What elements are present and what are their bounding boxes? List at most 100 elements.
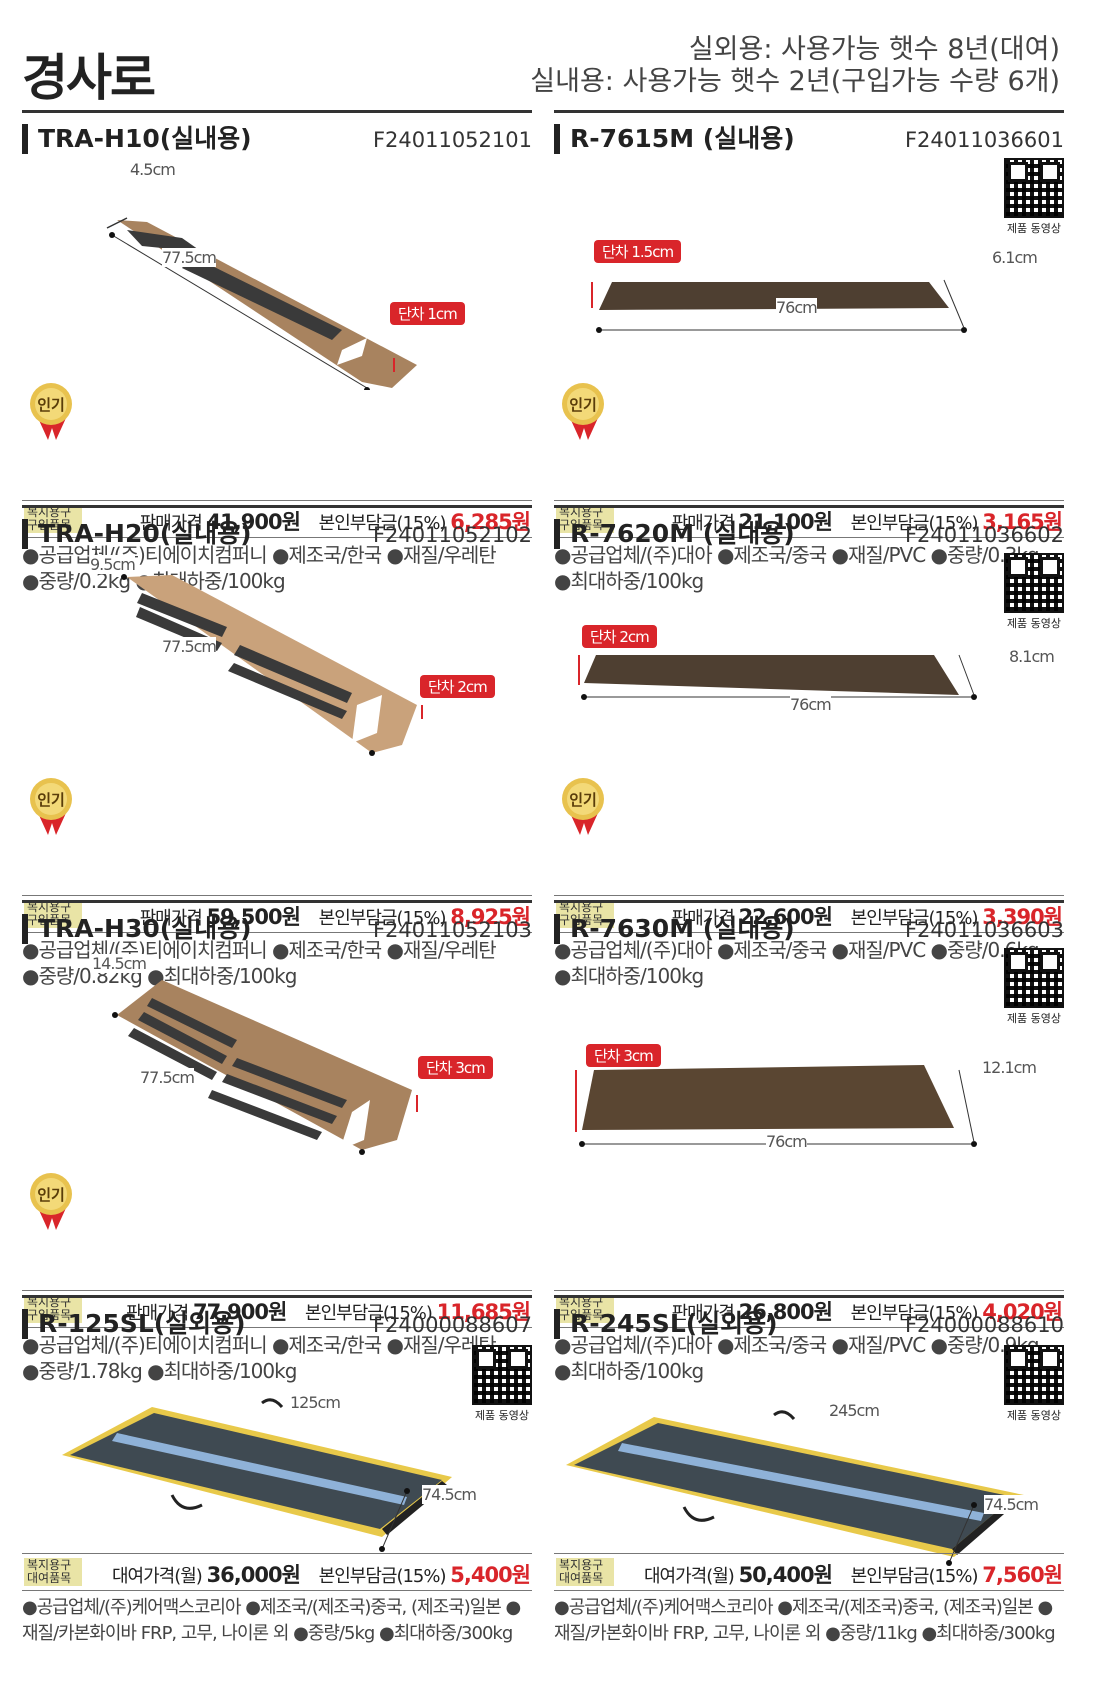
product-code: F24000088610: [904, 1313, 1064, 1337]
ramp-image: [121, 574, 423, 756]
price-text: 대여가격(월) 50,400원 본인부담금(15%) 7,560원: [643, 1559, 1063, 1589]
qr-label: 제품 동영상: [1006, 617, 1062, 630]
qr-label: 제품 동영상: [1006, 1409, 1062, 1422]
product-card-r-7630m: R-7630M (실내용) F24011036603 12.1cm 76cm 단…: [554, 900, 1064, 1383]
dim-width: 74.5cm: [422, 1485, 477, 1504]
svg-text:인기: 인기: [37, 1186, 65, 1204]
qr-code-icon: [472, 1345, 532, 1405]
svg-text:인기: 인기: [37, 791, 65, 809]
dim-width: 12.1cm: [982, 1058, 1037, 1077]
product-name: TRA-H30(실내용): [22, 914, 252, 944]
divider: [22, 900, 532, 903]
divider: [554, 110, 1064, 113]
price-value: 50,400원: [738, 1563, 833, 1587]
dim-length: 125cm: [290, 1393, 341, 1412]
dim-length: 76cm: [776, 298, 818, 317]
copay-label: 본인부담금(15%): [850, 1566, 979, 1587]
qr-code[interactable]: 제품 동영상: [1004, 553, 1064, 631]
ramp-image: [591, 279, 967, 333]
dim-length: 77.5cm: [162, 248, 217, 267]
product-code: F24011036603: [904, 918, 1064, 942]
dim-length: 76cm: [790, 695, 832, 714]
copay-value: 5,400원: [450, 1563, 531, 1587]
ramp-image: [566, 1410, 1024, 1566]
copay-label: 본인부담금(15%): [318, 1566, 447, 1587]
step-badge: 단차 3cm: [586, 1044, 661, 1067]
divider: [22, 110, 532, 113]
step-badge: 단차 1cm: [390, 302, 465, 325]
qr-label: 제품 동영상: [1006, 1012, 1062, 1025]
spec-line: 재질/카본화이바 FRP, 고무, 나이론 외 ●중량/5kg ●최대하중/30…: [22, 1623, 513, 1644]
step-badge: 단차 2cm: [420, 675, 495, 698]
step-badge: 단차 3cm: [418, 1056, 493, 1079]
ramp-image: [578, 654, 977, 700]
qr-code-icon: [1004, 553, 1064, 613]
product-code: F24000088607: [372, 1313, 532, 1337]
qr-label: 제품 동영상: [1006, 222, 1062, 235]
qr-code-icon: [1004, 1345, 1064, 1405]
rent-label: 대여가격(월): [643, 1566, 735, 1587]
dim-width: 6.1cm: [992, 248, 1038, 267]
qr-code[interactable]: 제품 동영상: [1004, 158, 1064, 236]
popular-medal-icon: 인기: [562, 383, 604, 440]
price-text: 대여가격(월) 36,000원 본인부담금(15%) 5,400원: [111, 1559, 531, 1589]
product-name: R-7620M (실내용): [554, 519, 795, 549]
usage-indoor: 실내용: 사용가능 햇수 2년(구입가능 수량 6개): [530, 66, 1060, 97]
qr-code[interactable]: 제품 동영상: [1004, 948, 1064, 1026]
dim-length: 77.5cm: [162, 637, 217, 656]
product-card-r-245sl: R-245SL(실외용) F24000088610 245cm 74.5cm 제…: [554, 1295, 1064, 1665]
popular-medal-icon: 인기: [562, 778, 604, 835]
qr-code-icon: [1004, 158, 1064, 218]
spec-line: ●공급업체/(주)케어맥스코리아 ●제조국/(제조국)중국, (제조국)일본 ●: [22, 1597, 521, 1618]
product-code: F24011052102: [372, 523, 532, 547]
qr-code[interactable]: 제품 동영상: [1004, 1345, 1064, 1423]
spec-text: ●공급업체/(주)케어맥스코리아 ●제조국/(제조국)중국, (제조국)일본 ●…: [22, 1595, 532, 1647]
spec-text: ●공급업체/(주)케어맥스코리아 ●제조국/(제조국)중국, (제조국)일본 ●…: [554, 1595, 1064, 1647]
badge-rent: 복지용구 대여품목: [24, 1558, 82, 1586]
ramp-image: [106, 217, 417, 390]
usage-outdoor: 실외용: 사용가능 햇수 8년(대여): [688, 34, 1060, 65]
product-card-r-7615m: R-7615M (실내용) F24011036601 6.1cm 76cm 단차…: [554, 110, 1064, 593]
product-name: R-7630M (실내용): [554, 914, 795, 944]
popular-medal-icon: 인기: [30, 778, 72, 835]
qr-code-icon: [1004, 948, 1064, 1008]
product-card-tra-h30: TRA-H30(실내용) F24011052103 14.5cm 77.5cm …: [22, 900, 532, 1383]
spec-line: ●공급업체/(주)케어맥스코리아 ●제조국/(제조국)중국, (제조국)일본 ●: [554, 1597, 1053, 1618]
product-card-r-7620m: R-7620M (실내용) F24011036602 8.1cm 76cm 단차…: [554, 505, 1064, 988]
qr-label: 제품 동영상: [474, 1409, 530, 1422]
divider: [554, 1295, 1064, 1298]
product-card-tra-h20: TRA-H20(실내용) F24011052102 9.5cm 77.5cm 단…: [22, 505, 532, 988]
dim-length: 245cm: [829, 1401, 880, 1420]
product-name: R-245SL(실외용): [554, 1309, 778, 1339]
popular-medal-icon: 인기: [30, 383, 72, 440]
dim-width: 8.1cm: [1009, 647, 1055, 666]
dim-width: 74.5cm: [984, 1495, 1039, 1514]
dim-length: 76cm: [766, 1132, 808, 1151]
dim-width: 9.5cm: [90, 555, 136, 574]
divider: [22, 505, 532, 508]
product-code: F24011052101: [372, 128, 532, 152]
price-value: 36,000원: [206, 1563, 301, 1587]
product-code: F24011036602: [904, 523, 1064, 547]
price-row: 복지용구 대여품목 대여가격(월) 50,400원 본인부담금(15%) 7,5…: [554, 1553, 1064, 1591]
divider: [22, 1295, 532, 1298]
product-name: R-7615M (실내용): [554, 124, 795, 154]
svg-text:인기: 인기: [569, 396, 597, 414]
product-name: R-125SL(실외용): [22, 1309, 246, 1339]
step-badge: 단차 2cm: [582, 625, 657, 648]
qr-code[interactable]: 제품 동영상: [472, 1345, 532, 1423]
divider: [554, 900, 1064, 903]
product-card-tra-h10: TRA-H10(실내용) F24011052101 4.5cm 77.5cm 단…: [22, 110, 532, 593]
product-code: F24011036601: [904, 128, 1064, 152]
badge-rent: 복지용구 대여품목: [556, 1558, 614, 1586]
svg-text:인기: 인기: [569, 791, 597, 809]
product-name: TRA-H10(실내용): [22, 124, 252, 154]
popular-medal-icon: 인기: [30, 1173, 72, 1230]
step-badge: 단차 1.5cm: [594, 240, 682, 263]
rent-label: 대여가격(월): [111, 1566, 203, 1587]
product-code: F24011052103: [372, 918, 532, 942]
divider: [554, 505, 1064, 508]
usage-info: 실외용: 사용가능 햇수 8년(대여) 실내용: 사용가능 햇수 2년(구입가능…: [530, 34, 1060, 98]
dim-width: 14.5cm: [92, 954, 147, 973]
product-name: TRA-H20(실내용): [22, 519, 252, 549]
